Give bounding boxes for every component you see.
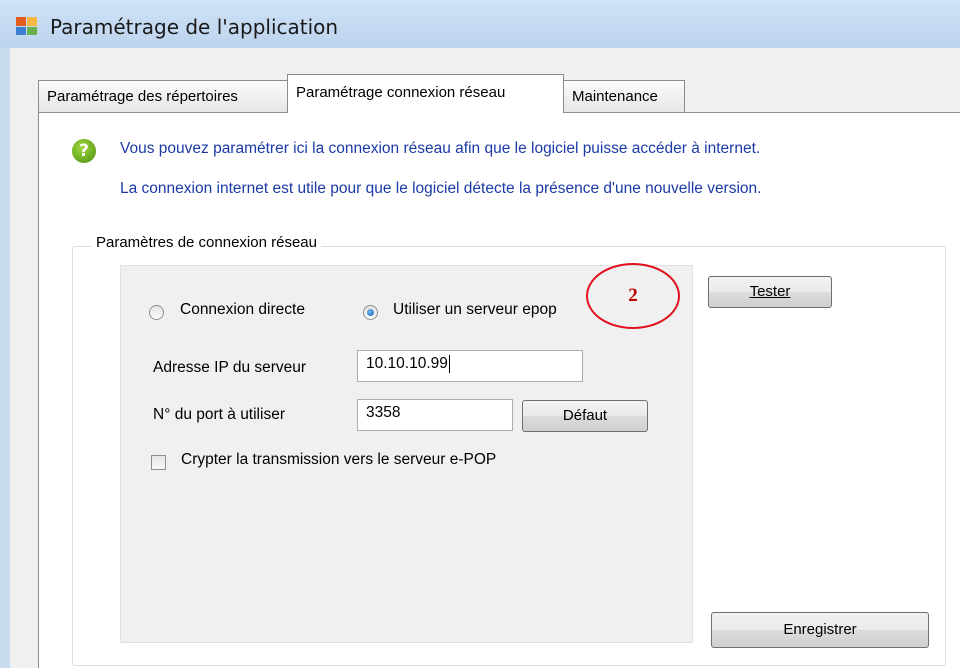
window-border [0, 48, 10, 668]
port-field[interactable]: 3358 [357, 399, 513, 431]
ip-value: 10.10.10.99 [366, 355, 448, 373]
info-line-1: Vous pouvez paramétrer ici la connexion … [120, 140, 761, 157]
encrypt-checkbox[interactable] [151, 455, 166, 470]
test-button-label: Tester [749, 283, 791, 300]
radio-direct-connection[interactable] [149, 305, 164, 320]
ip-label: Adresse IP du serveur [153, 359, 307, 376]
test-button[interactable]: Tester [708, 276, 832, 308]
tab-network[interactable]: Paramétrage connexion réseau [287, 74, 564, 113]
settings-window: Paramétrage de l'application Paramétrage… [0, 0, 960, 668]
tab-label: Paramétrage des répertoires [47, 88, 238, 105]
tab-directories[interactable]: Paramétrage des répertoires [38, 80, 288, 112]
radio-epop-server[interactable] [363, 305, 378, 320]
port-label: N° du port à utiliser [153, 406, 285, 423]
tab-label: Paramétrage connexion réseau [296, 84, 506, 101]
annotation-circle: 2 [586, 263, 680, 329]
annotation-label: 2 [628, 285, 638, 306]
tab-label: Maintenance [572, 88, 658, 105]
title-bar: Paramétrage de l'application [0, 0, 960, 48]
text-caret [448, 355, 450, 373]
window-title: Paramétrage de l'application [50, 15, 339, 39]
radio-epop-label[interactable]: Utiliser un serveur epop [393, 301, 557, 319]
info-line-2: La connexion internet est utile pour que… [120, 180, 762, 197]
port-value: 3358 [366, 404, 401, 421]
save-button[interactable]: Enregistrer [711, 612, 929, 648]
default-button[interactable]: Défaut [522, 400, 648, 432]
encrypt-label[interactable]: Crypter la transmission vers le serveur … [181, 451, 496, 469]
group-title: Paramètres de connexion réseau [92, 234, 321, 251]
help-icon: ? [72, 139, 96, 163]
radio-direct-label[interactable]: Connexion directe [180, 301, 305, 319]
app-icon [16, 17, 37, 35]
ip-address-field[interactable]: 10.10.10.99 [357, 350, 583, 382]
save-button-label: Enregistrer [783, 621, 857, 638]
tab-maintenance[interactable]: Maintenance [563, 80, 685, 112]
